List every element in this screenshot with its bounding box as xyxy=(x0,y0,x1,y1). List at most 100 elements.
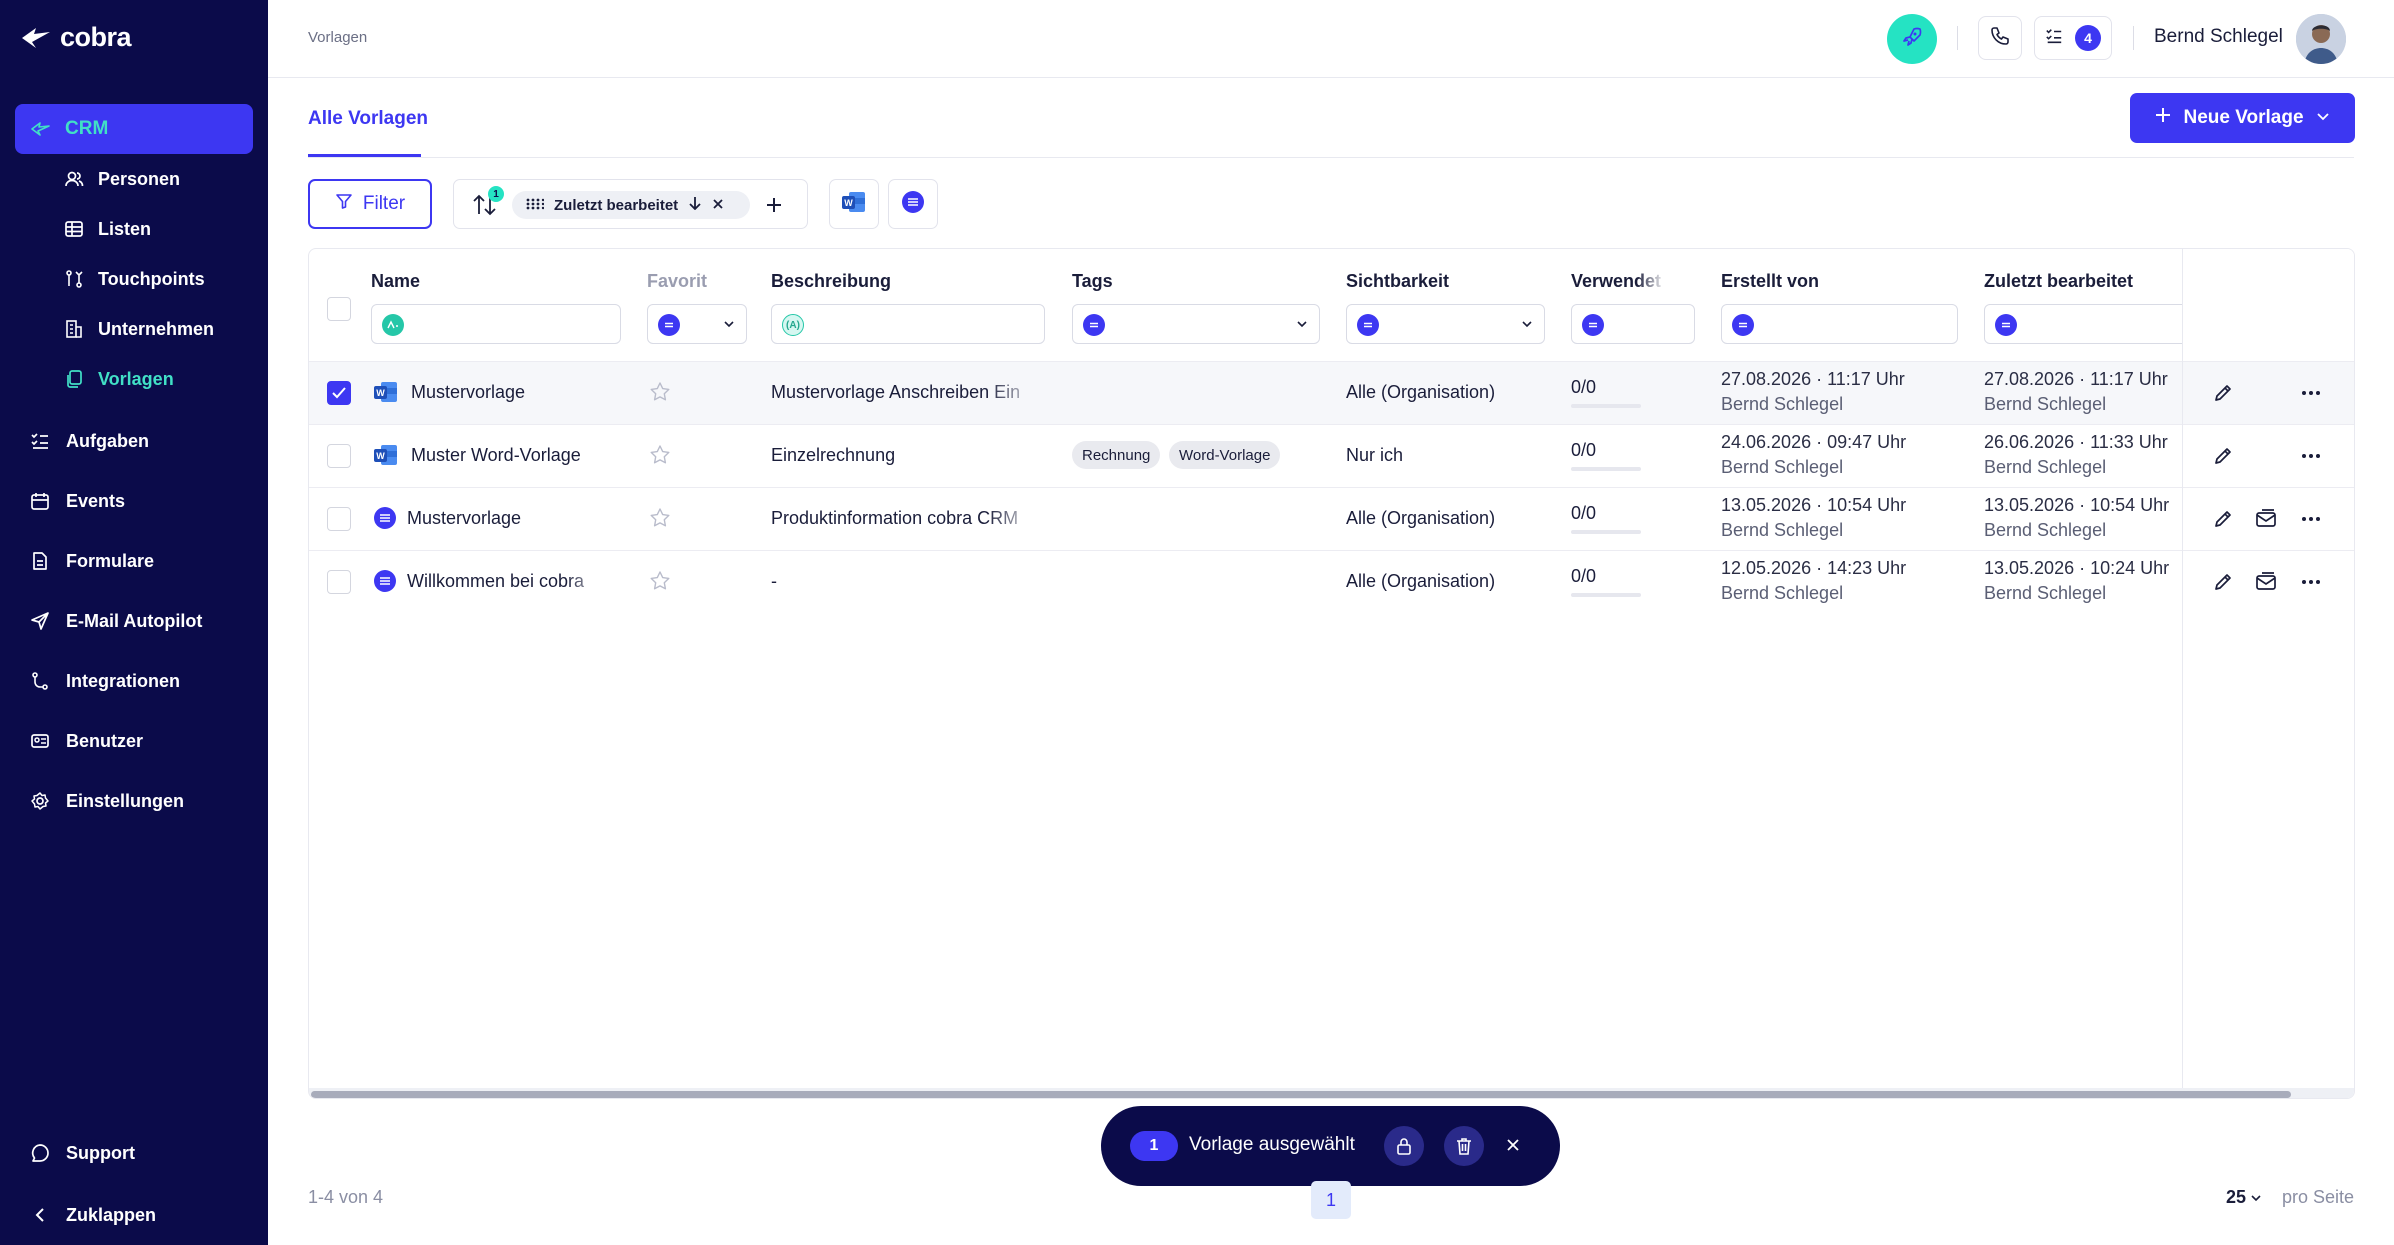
tag-chip[interactable]: Rechnung xyxy=(1072,441,1161,469)
template-name[interactable]: Mustervorlage xyxy=(407,508,621,529)
chevron-down-icon xyxy=(2316,107,2330,129)
page-button-1[interactable]: 1 xyxy=(1311,1181,1351,1219)
text-operator-icon[interactable]: (A) xyxy=(782,314,804,336)
column-header-verwendet[interactable]: Verwendet xyxy=(1571,271,1665,292)
star-icon[interactable] xyxy=(649,507,671,534)
usage-bar xyxy=(1571,467,1641,471)
created-date: 27.08.2026 · 11:17 Uhr xyxy=(1721,369,1905,389)
more-options-icon[interactable] xyxy=(2297,379,2325,407)
tasks-button[interactable]: 4 xyxy=(2034,16,2112,60)
more-options-icon[interactable] xyxy=(2297,505,2325,533)
sidebar-item-personen[interactable]: Personen xyxy=(64,164,180,194)
close-icon[interactable] xyxy=(1505,1137,1521,1158)
created-date: 12.05.2026 · 14:23 Uhr xyxy=(1721,558,1907,578)
sidebar-item-touchpoints[interactable]: Touchpoints xyxy=(64,264,205,294)
template-name[interactable]: Willkommen bei cobra xyxy=(407,571,607,592)
new-template-label: Neue Vorlage xyxy=(2183,107,2304,128)
row-checkbox[interactable] xyxy=(327,444,351,468)
sidebar-item-benutzer[interactable]: Benutzer xyxy=(30,726,143,756)
sidebar-item-unternehmen[interactable]: Unternehmen xyxy=(64,314,214,344)
sidebar-item-integrationen[interactable]: Integrationen xyxy=(30,666,180,696)
column-header-tags[interactable]: Tags xyxy=(1072,271,1113,292)
edit-pencil-icon[interactable] xyxy=(2209,442,2237,470)
word-type-button[interactable]: W xyxy=(829,179,879,229)
close-icon[interactable] xyxy=(712,197,724,214)
row-checkbox[interactable] xyxy=(327,381,351,405)
send-mail-icon[interactable] xyxy=(2252,505,2280,533)
column-header-beschreibung[interactable]: Beschreibung xyxy=(771,271,891,292)
sidebar-item-einstellungen[interactable]: Einstellungen xyxy=(30,786,184,816)
sort-chip[interactable]: Zuletzt bearbeitet xyxy=(512,191,750,219)
erstellt-von-filter-input[interactable] xyxy=(1721,304,1958,344)
divider xyxy=(2133,26,2134,50)
equals-operator-icon[interactable] xyxy=(1582,314,1604,336)
sidebar-item-listen[interactable]: Listen xyxy=(64,214,151,244)
equals-operator-icon[interactable] xyxy=(1083,314,1105,336)
lock-button[interactable] xyxy=(1384,1126,1424,1166)
phone-button[interactable] xyxy=(1978,16,2022,60)
sidebar-item-aufgaben[interactable]: Aufgaben xyxy=(30,426,149,456)
arrow-down-icon[interactable] xyxy=(688,196,702,214)
more-options-icon[interactable] xyxy=(2297,568,2325,596)
filter-button[interactable]: Filter xyxy=(308,179,432,229)
sidebar-item-label: Aufgaben xyxy=(66,430,149,451)
template-name[interactable]: Muster Word-Vorlage xyxy=(411,445,621,466)
column-header-sichtbarkeit[interactable]: Sichtbarkeit xyxy=(1346,271,1449,292)
per-page-select[interactable]: 25 xyxy=(2226,1187,2262,1208)
template-name[interactable]: Mustervorlage xyxy=(411,382,621,403)
template-visibility: Nur ich xyxy=(1346,445,1404,465)
sidebar-item-support[interactable]: Support xyxy=(30,1138,135,1168)
send-mail-icon[interactable] xyxy=(2252,568,2280,596)
beschreibung-filter-input[interactable]: (A) xyxy=(771,304,1045,344)
sidebar-item-crm[interactable]: CRM xyxy=(15,104,253,154)
contains-operator-icon[interactable] xyxy=(382,314,404,336)
rocket-button[interactable] xyxy=(1887,14,1937,64)
sidebar-item-vorlagen[interactable]: Vorlagen xyxy=(64,364,174,394)
sidebar-item-formulare[interactable]: Formulare xyxy=(30,546,154,576)
rocket-icon xyxy=(1901,26,1923,53)
new-template-button[interactable]: Neue Vorlage xyxy=(2130,93,2355,143)
edit-pencil-icon[interactable] xyxy=(2209,505,2237,533)
email-type-button[interactable] xyxy=(888,179,938,229)
avatar[interactable] xyxy=(2296,14,2346,64)
edit-pencil-icon[interactable] xyxy=(2209,568,2237,596)
column-header-zuletzt-bearbeitet[interactable]: Zuletzt bearbeitet xyxy=(1984,271,2133,292)
column-header-favorit[interactable]: Favorit xyxy=(647,271,707,292)
plus-icon xyxy=(2155,107,2171,129)
zuletzt-bearbeitet-filter-input[interactable] xyxy=(1984,304,2204,344)
user-name[interactable]: Bernd Schlegel xyxy=(2154,26,2283,48)
star-icon[interactable] xyxy=(649,444,671,471)
sichtbarkeit-filter-select[interactable] xyxy=(1346,304,1545,344)
created-cell: 12.05.2026 · 14:23 Uhr Bernd Schlegel xyxy=(1721,556,1906,606)
star-icon[interactable] xyxy=(649,381,671,408)
column-header-erstellt-von[interactable]: Erstellt von xyxy=(1721,271,1819,292)
verwendet-filter-input[interactable] xyxy=(1571,304,1695,344)
tags-filter-select[interactable] xyxy=(1072,304,1320,344)
sidebar-item-events[interactable]: Events xyxy=(30,486,125,516)
star-icon[interactable] xyxy=(649,570,671,597)
name-filter-input[interactable] xyxy=(371,304,621,344)
equals-operator-icon[interactable] xyxy=(1995,314,2017,336)
template-visibility: Alle (Organisation) xyxy=(1346,382,1496,402)
tab-alle-vorlagen[interactable]: Alle Vorlagen xyxy=(308,108,428,130)
delete-button[interactable] xyxy=(1444,1126,1484,1166)
row-checkbox[interactable] xyxy=(327,507,351,531)
scrollbar-thumb[interactable] xyxy=(311,1091,2291,1098)
tag-chip[interactable]: Word-Vorlage xyxy=(1169,441,1281,469)
edit-pencil-icon[interactable] xyxy=(2209,379,2237,407)
favorit-filter-select[interactable] xyxy=(647,304,747,344)
cobra-logo[interactable]: cobra xyxy=(20,22,132,53)
add-sort-icon[interactable] xyxy=(764,195,784,220)
send-icon xyxy=(30,611,50,631)
equals-operator-icon[interactable] xyxy=(1357,314,1379,336)
equals-operator-icon[interactable] xyxy=(658,314,680,336)
sidebar: cobra CRM Personen Listen Touchpoints Un… xyxy=(0,0,268,1245)
sidebar-item-email-autopilot[interactable]: E-Mail Autopilot xyxy=(30,606,202,636)
more-options-icon[interactable] xyxy=(2297,442,2325,470)
horizontal-scrollbar[interactable] xyxy=(309,1088,2354,1098)
row-checkbox[interactable] xyxy=(327,570,351,594)
equals-operator-icon[interactable] xyxy=(1732,314,1754,336)
select-all-checkbox[interactable] xyxy=(327,297,351,321)
column-header-name[interactable]: Name xyxy=(371,271,420,292)
sidebar-collapse-button[interactable]: Zuklappen xyxy=(30,1200,156,1230)
